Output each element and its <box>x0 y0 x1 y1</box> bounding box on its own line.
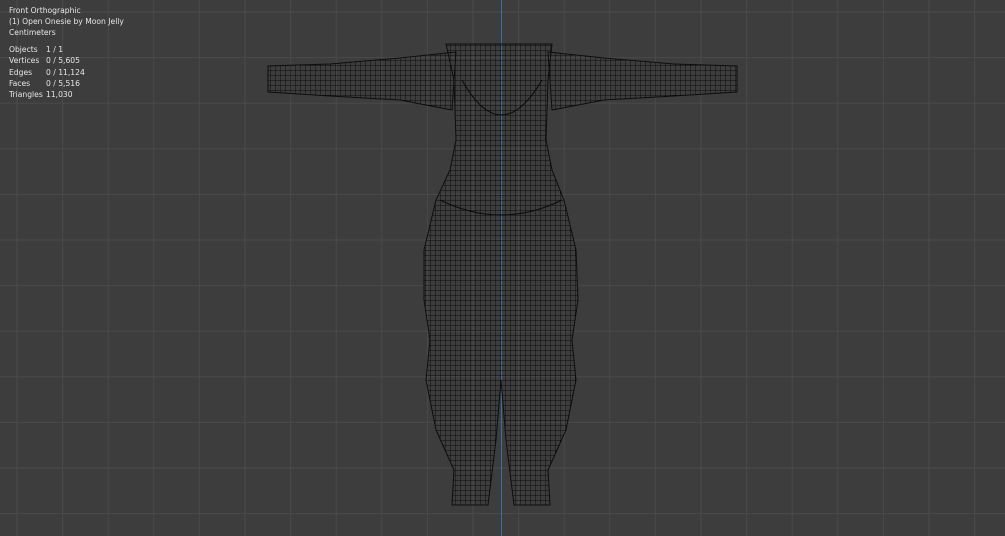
left-sleeve-mesh <box>267 51 457 111</box>
stat-row-edges: Edges 0 / 11,124 <box>9 67 124 78</box>
stat-row-triangles: Triangles 11,030 <box>9 89 124 100</box>
stat-row-vertices: Vertices 0 / 5,605 <box>9 55 124 66</box>
stat-value: 11,030 <box>46 90 73 100</box>
stat-key: Triangles <box>9 90 43 100</box>
scene-statistics: Objects 1 / 1 Vertices 0 / 5,605 Edges 0 / … <box>9 44 124 100</box>
active-object-label: (1) Open Onesie by Moon Jelly <box>9 17 124 27</box>
stat-row-objects: Objects 1 / 1 <box>9 44 124 55</box>
view-name: Front Orthographic <box>9 6 81 15</box>
onesie-mesh-wireframe[interactable] <box>267 43 738 506</box>
stat-key: Vertices <box>9 56 40 66</box>
stat-key: Faces <box>9 78 31 88</box>
stat-key: Edges <box>9 67 33 77</box>
stat-key: Objects <box>9 45 38 55</box>
stat-value: 1 / 1 <box>46 45 64 55</box>
stat-value: 0 / 5,516 <box>46 78 80 88</box>
unit-system: Centimeters <box>9 28 56 38</box>
right-sleeve-mesh <box>547 51 738 111</box>
viewport-grid <box>0 0 1005 536</box>
stat-value: 0 / 5,605 <box>46 56 80 66</box>
viewport-info-overlay: Front Orthographic (1) Open Onesie by Mo… <box>9 5 124 100</box>
stat-value: 0 / 11,124 <box>46 67 85 77</box>
3d-viewport[interactable]: Front Orthographic (1) Open Onesie by Mo… <box>0 0 1005 536</box>
stat-row-faces: Faces 0 / 5,516 <box>9 78 124 89</box>
